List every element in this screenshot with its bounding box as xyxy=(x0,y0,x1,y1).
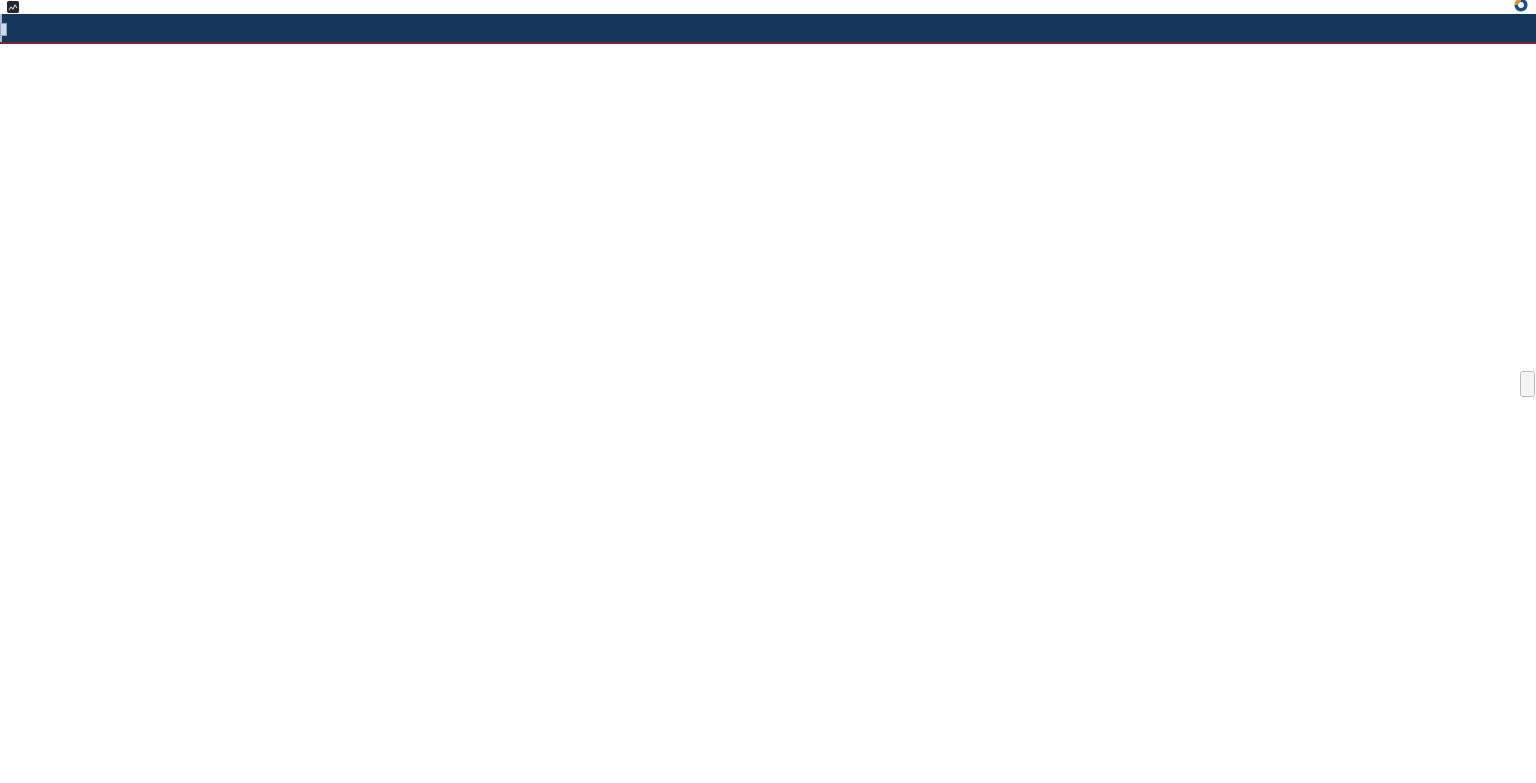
title-bar xyxy=(0,0,1536,14)
chart-type-icon[interactable] xyxy=(7,1,19,13)
chart-canvas[interactable] xyxy=(0,0,1536,783)
optuma-chart-window xyxy=(0,0,1536,783)
collapse-panel-button[interactable] xyxy=(1520,371,1535,397)
optuma-logo xyxy=(1514,0,1530,14)
timeline-navigator[interactable] xyxy=(0,14,1536,44)
navigator-sparkline xyxy=(0,14,1536,42)
